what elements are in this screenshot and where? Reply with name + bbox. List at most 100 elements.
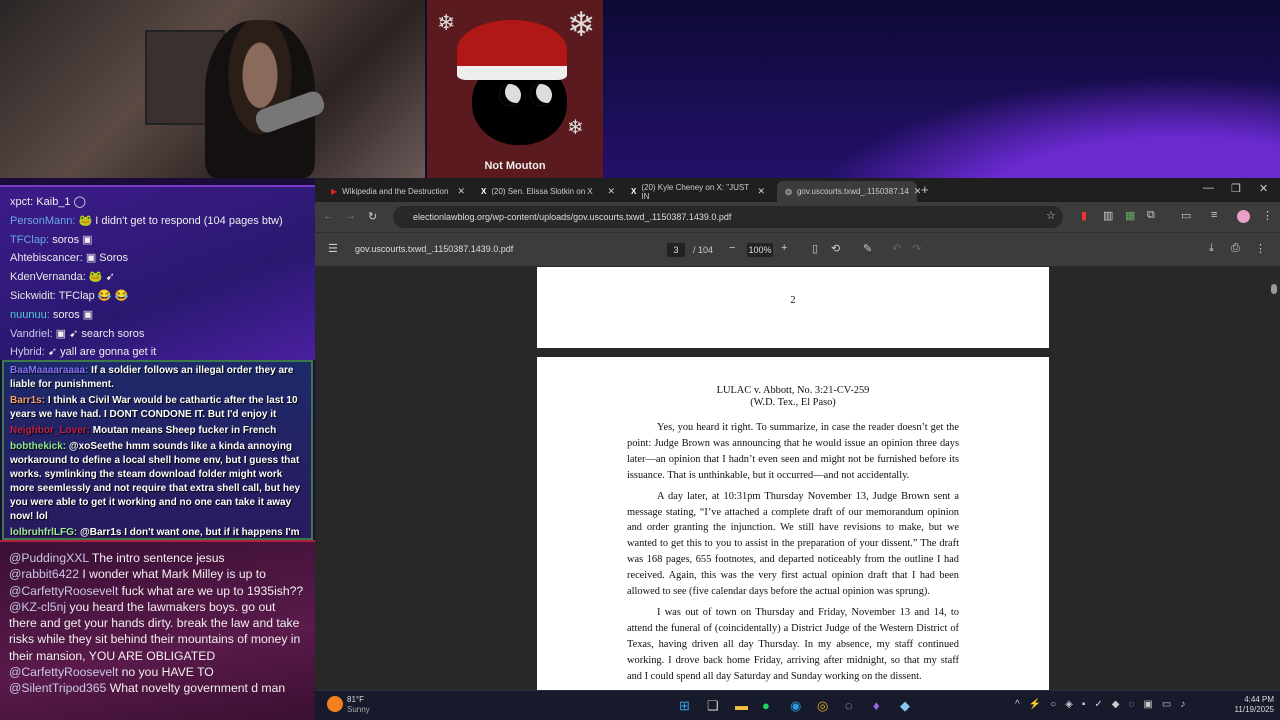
chat-username[interactable]: @PuddingXXL: [9, 551, 89, 565]
annotate-icon[interactable]: ✎: [863, 242, 872, 255]
chrome-icon[interactable]: ◎: [817, 698, 828, 714]
system-tray-icons[interactable]: ^⚡○◈▪✓◆◌▣▭♪: [1015, 699, 1194, 710]
x-logo-icon: X: [481, 187, 487, 196]
sidebar-menu-icon[interactable]: ☰: [328, 242, 338, 255]
steam-icon[interactable]: ◆: [900, 698, 910, 714]
close-window-button[interactable]: ✕: [1259, 182, 1268, 195]
chat-username[interactable]: @SilentTripod365: [9, 681, 106, 695]
chat-message: @SilentTripod365 What novelty government…: [9, 680, 306, 696]
chat-username[interactable]: Ahtebiscancer:: [10, 252, 83, 264]
edge-icon[interactable]: ◉: [790, 698, 801, 714]
chat-text: ▣ ➹ search soros: [55, 327, 145, 340]
restore-button[interactable]: ❐: [1231, 182, 1241, 195]
chat-text: I wonder what Mark Milley is up to: [82, 567, 266, 582]
forward-button[interactable]: →: [345, 210, 356, 222]
chat-message: Sickwidit: TFClap 😂 😂: [10, 287, 305, 306]
pdf-title: gov.uscourts.txwd_.1150387.1439.0.pdf: [355, 244, 514, 254]
chat-username[interactable]: KdenVernanda:: [10, 271, 86, 283]
menu-icon[interactable]: ⋮: [1262, 209, 1273, 222]
media-control-icon[interactable]: ≡: [1211, 209, 1217, 221]
profile-avatar[interactable]: [1237, 210, 1250, 223]
chat-text: Moutan means Sheep fucker in French: [92, 425, 277, 436]
page-number-input[interactable]: 3: [667, 243, 685, 257]
rotate-icon[interactable]: ⟲: [831, 242, 840, 255]
app-icon[interactable]: ♦: [873, 698, 880, 713]
task-view-icon[interactable]: ❏: [707, 698, 719, 714]
undo-icon[interactable]: ↶: [892, 242, 901, 255]
new-tab-button[interactable]: +: [921, 182, 929, 197]
paragraph: I was out of town on Thursday and Friday…: [627, 606, 959, 682]
redo-icon[interactable]: ↷: [912, 242, 921, 255]
extensions-puzzle-icon[interactable]: ⧉: [1147, 209, 1155, 222]
fit-page-icon[interactable]: ▯: [812, 242, 818, 255]
zoom-input[interactable]: 100%: [747, 243, 773, 257]
download-icon[interactable]: ⤓: [1209, 242, 1214, 255]
close-tab-icon[interactable]: ✕: [607, 186, 615, 197]
chat-message: lolbruhfrlLFG: @Barr1s I don't want one,…: [10, 526, 305, 538]
file-explorer-icon[interactable]: ▬: [735, 698, 748, 713]
chat-message: @CarfettyRoosevelt fuck what are we up t…: [9, 583, 306, 599]
tab[interactable]: X (20) Kyle Cheney on X: "JUST IN ✕: [623, 181, 773, 202]
extension-icon[interactable]: ▥: [1103, 209, 1113, 222]
tab-search-icon[interactable]: ▭: [1181, 209, 1191, 222]
chat-username[interactable]: Hybrid:: [10, 346, 45, 358]
chat-username[interactable]: @CarfettyRoosevelt: [9, 584, 118, 598]
pdf-page-3: LULAC v. Abbott, No. 3:21-CV-259 (W.D. T…: [537, 357, 1049, 690]
case-caption: LULAC v. Abbott, No. 3:21-CV-259: [716, 385, 870, 396]
santa-hat-icon: [457, 20, 567, 80]
chat-username[interactable]: Sickwidit:: [10, 290, 56, 302]
chat-username[interactable]: Vandriel:: [10, 328, 53, 340]
pdf-extension-icon[interactable]: ▮: [1081, 209, 1087, 222]
spotify-icon[interactable]: ●: [762, 698, 770, 713]
snowflake-icon: ❄: [567, 6, 596, 44]
reload-button[interactable]: ↻: [368, 210, 377, 223]
avatar-overlay: ❄ ❄ ❄ Not Mouton: [427, 0, 603, 178]
chat-message: @PuddingXXL The intro sentence jesus: [9, 550, 306, 566]
obs-icon[interactable]: ◌: [845, 698, 853, 713]
chat-text: What novelty government d man: [109, 681, 286, 696]
chat-username[interactable]: @rabbit6422: [9, 567, 79, 581]
chat-username[interactable]: bobthekick:: [10, 441, 66, 452]
chat-username[interactable]: Barr1s:: [10, 395, 45, 406]
chat-username[interactable]: TFClap:: [10, 234, 49, 246]
close-tab-icon[interactable]: ✕: [457, 186, 465, 197]
chat-panel: xpct: Kaib_1 ◯ PersonMann: 🐸 I didn't get…: [0, 178, 315, 720]
extension-icon[interactable]: ▦: [1125, 209, 1135, 222]
minimize-button[interactable]: —: [1203, 182, 1214, 194]
chat-message: TFClap: soros ▣: [10, 231, 305, 250]
weather-icon[interactable]: [327, 696, 343, 712]
chat-message: xpct: Kaib_1 ◯: [10, 193, 305, 212]
chat-username[interactable]: xpct:: [10, 196, 33, 208]
weather-condition[interactable]: Sunny: [347, 705, 370, 714]
chat-username[interactable]: PersonMann:: [10, 215, 75, 227]
chat-username[interactable]: @KZ-cl5nj: [9, 600, 66, 614]
taskbar: 81°F Sunny ⊞ ❏ ▬ ● ◉ ◎ ◌ ♦ ◆ ^⚡○◈▪✓◆◌▣▭♪…: [315, 690, 1280, 720]
close-tab-icon[interactable]: ✕: [757, 186, 765, 197]
chat-username[interactable]: Neighbor_Lover:: [10, 425, 90, 436]
weather-temp[interactable]: 81°F: [347, 695, 364, 704]
chat-username[interactable]: lolbruhfrlLFG:: [10, 527, 77, 538]
chat-text: TFClap 😂 😂: [58, 289, 129, 302]
chat-username[interactable]: @CarfettyRoosevelt: [9, 665, 118, 679]
tab-active[interactable]: ◍ gov.uscourts.txwd_.1150387.14 ✕: [777, 181, 921, 202]
print-icon[interactable]: ⎙: [1231, 242, 1240, 255]
chat-username[interactable]: BaaMaaaaraaaa:: [10, 365, 88, 376]
bookmark-star-icon[interactable]: ☆: [1046, 209, 1056, 222]
tab[interactable]: X (20) Sen. Elissa Slotkin on X ✕: [473, 181, 623, 202]
scrollbar-thumb[interactable]: [1271, 284, 1277, 294]
chat-message: BaaMaaaaraaaa: If a soldier follows an i…: [10, 364, 305, 392]
chat-username[interactable]: nuunuu:: [10, 309, 50, 321]
chat-message: @CarfettyRoosevelt no you HAVE TO: [9, 664, 306, 680]
more-options-icon[interactable]: ⋮: [1255, 242, 1266, 255]
start-button[interactable]: ⊞: [679, 698, 690, 714]
clock-date[interactable]: 11/19/2025: [1220, 705, 1274, 714]
chat-text: 🐸 I didn't get to respond (104 pages btw…: [78, 214, 283, 227]
tab[interactable]: ▶ Wikipedia and the Destruction ✕: [323, 181, 473, 202]
zoom-in-button[interactable]: +: [781, 242, 787, 254]
scrollbar[interactable]: [1270, 268, 1278, 690]
zoom-out-button[interactable]: −: [729, 242, 735, 254]
paragraph: A day later, at 10:31pm Thursday Novembe…: [627, 490, 959, 598]
url-input[interactable]: electionlawblog.org/wp-content/uploads/g…: [393, 206, 1063, 228]
back-button[interactable]: ←: [323, 210, 334, 222]
clock-time[interactable]: 4:44 PM: [1230, 695, 1274, 704]
